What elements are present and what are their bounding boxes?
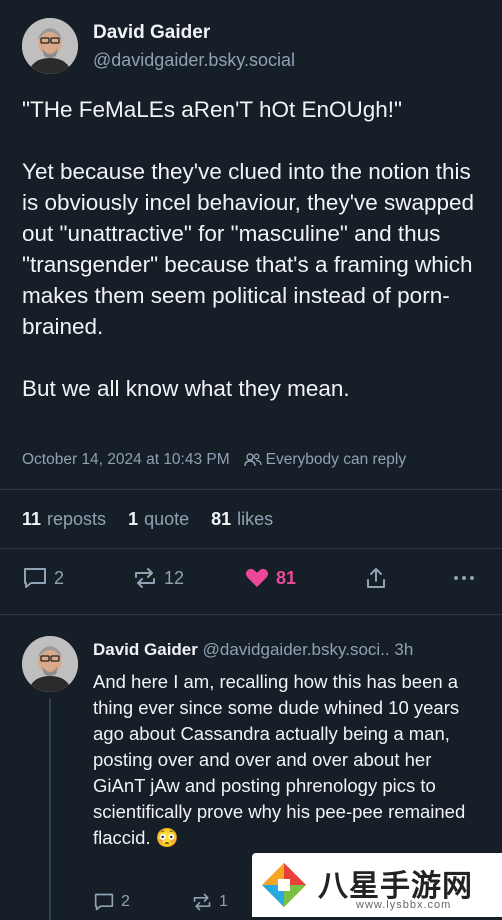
reply-author-name[interactable]: David Gaider bbox=[93, 640, 198, 659]
reply-count: 2 bbox=[54, 567, 65, 588]
site-watermark: 八星手游网 www.lysbbx.com bbox=[252, 853, 502, 917]
reply-button[interactable]: 2 bbox=[22, 566, 64, 590]
author-name[interactable]: David Gaider bbox=[93, 22, 210, 44]
divider bbox=[0, 614, 502, 615]
post-meta: October 14, 2024 at 10:43 PM Everybody c… bbox=[22, 451, 406, 469]
engagement-counts: 11 reposts 1 quote 81 likes bbox=[22, 509, 273, 530]
repost-icon bbox=[135, 568, 155, 588]
reply-repost-button[interactable]: 1 bbox=[191, 892, 228, 912]
more-dots-icon bbox=[454, 576, 474, 580]
speech-bubble-icon bbox=[24, 568, 46, 588]
share-icon bbox=[367, 568, 385, 588]
post-actions: 2 12 81 bbox=[22, 566, 482, 596]
site-url: www.lysbbx.com bbox=[356, 899, 452, 911]
post-timestamp: October 14, 2024 at 10:43 PM bbox=[22, 451, 230, 468]
repost-button[interactable]: 12 bbox=[132, 566, 184, 590]
repost-count: 12 bbox=[164, 567, 185, 588]
like-count: 81 bbox=[276, 567, 297, 588]
reposts-stat[interactable]: 11 reposts bbox=[22, 509, 106, 530]
repost-icon bbox=[193, 893, 211, 911]
author-avatar[interactable] bbox=[22, 18, 78, 74]
likes-stat[interactable]: 81 likes bbox=[211, 509, 273, 530]
reply-reply-button[interactable]: 2 bbox=[93, 892, 130, 912]
like-button[interactable]: 81 bbox=[244, 566, 296, 590]
divider bbox=[0, 548, 502, 549]
speech-bubble-icon bbox=[94, 893, 114, 911]
reply-age: 3h bbox=[394, 640, 414, 659]
reply-repost-count: 1 bbox=[219, 893, 228, 910]
reply-text: And here I am, recalling how this has be… bbox=[93, 671, 466, 848]
thread-line bbox=[49, 698, 51, 920]
avatar-portrait-icon bbox=[22, 18, 78, 74]
quotes-stat[interactable]: 1 quote bbox=[128, 509, 189, 530]
heart-icon bbox=[245, 568, 269, 587]
divider bbox=[0, 489, 502, 490]
more-options-button[interactable] bbox=[452, 566, 482, 590]
post-text: "THe FeMaLEs aRen'T hOt EnOUgh!" Yet bec… bbox=[22, 97, 475, 401]
people-icon bbox=[243, 453, 262, 467]
reply-reply-count: 2 bbox=[121, 893, 130, 910]
avatar-portrait-icon bbox=[22, 636, 78, 692]
site-logo-icon bbox=[262, 863, 306, 907]
reply-author-avatar[interactable] bbox=[22, 636, 78, 692]
share-button[interactable] bbox=[364, 566, 394, 590]
author-handle[interactable]: @davidgaider.bsky.social bbox=[93, 50, 295, 71]
reply-permission: Everybody can reply bbox=[265, 451, 407, 468]
reply-header: David Gaider @davidgaider.bsky.soci.. 3h bbox=[93, 640, 413, 660]
reply-author-handle[interactable]: @davidgaider.bsky.soci.. bbox=[203, 640, 390, 659]
